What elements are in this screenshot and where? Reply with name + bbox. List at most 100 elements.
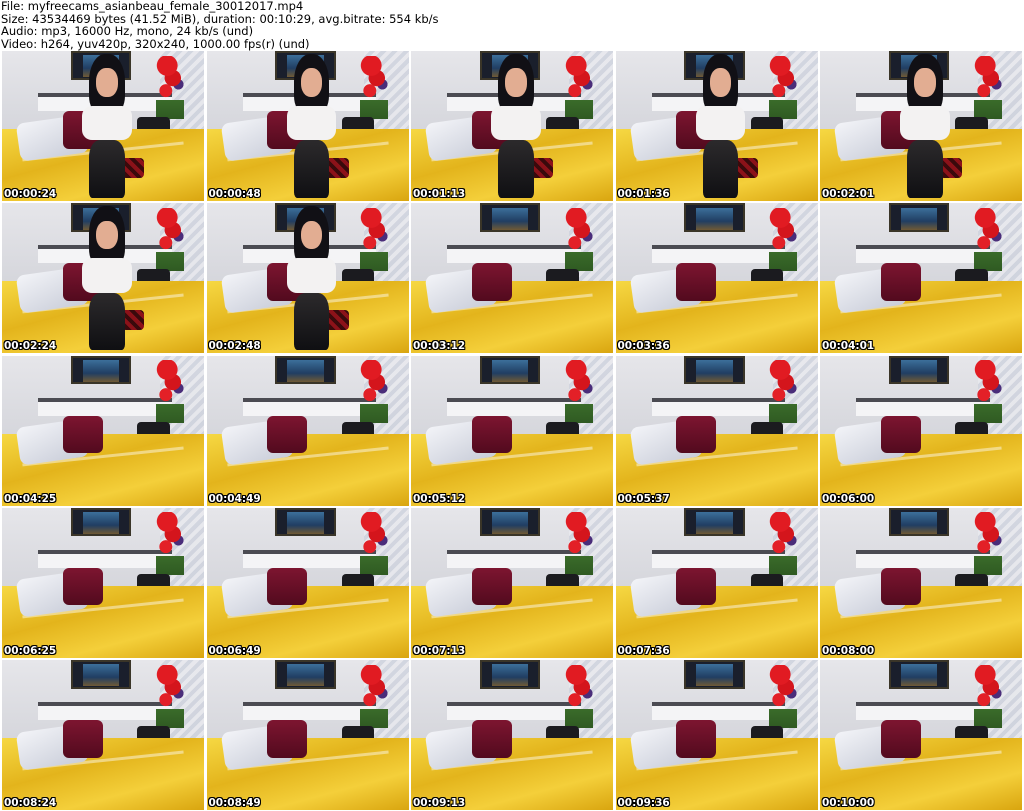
- framed-painting: [70, 355, 132, 384]
- framed-painting: [479, 355, 541, 384]
- person-face: [709, 68, 732, 98]
- painting-canvas: [491, 359, 529, 382]
- red-pillow: [267, 567, 308, 606]
- framed-painting: [479, 507, 541, 537]
- red-flowers: [360, 664, 389, 728]
- video-thumbnail: 00:04:01: [820, 203, 1022, 354]
- painting-canvas: [82, 512, 120, 535]
- red-flowers: [769, 55, 798, 119]
- video-thumbnail: 00:03:12: [411, 203, 613, 354]
- red-flowers: [564, 207, 593, 271]
- thumbnail-timestamp: 00:10:00: [822, 797, 875, 809]
- red-flowers: [155, 664, 184, 728]
- red-pillow: [676, 415, 717, 453]
- thumbnail-timestamp: 00:08:49: [208, 797, 261, 809]
- red-flowers: [564, 55, 593, 119]
- video-thumbnail: 00:09:13: [411, 660, 613, 810]
- red-flowers: [973, 207, 1002, 271]
- painting-canvas: [900, 359, 938, 382]
- person-black-stockings: [293, 292, 330, 351]
- red-pillow: [471, 720, 512, 758]
- video-thumbnail: 00:10:00: [820, 660, 1022, 810]
- video-thumbnail: 00:05:37: [615, 355, 818, 506]
- person-face: [300, 220, 323, 250]
- thumbnail-timestamp: 00:08:24: [4, 797, 57, 809]
- thumbnail-timestamp: 00:05:37: [617, 492, 670, 505]
- person-white-top: [900, 105, 950, 141]
- video-thumbnail: 00:02:01: [820, 51, 1022, 201]
- framed-painting: [70, 507, 132, 537]
- painting-canvas: [82, 359, 120, 382]
- video-thumbnail: 00:06:25: [2, 507, 204, 658]
- painting-canvas: [900, 207, 938, 230]
- red-flowers: [360, 207, 389, 271]
- red-flowers: [155, 512, 184, 576]
- video-thumbnail: 00:09:36: [615, 660, 818, 810]
- bed-headboard: [651, 702, 786, 720]
- video-thumbnail: 00:06:49: [206, 507, 409, 658]
- person-white-top: [286, 258, 337, 293]
- framed-painting: [684, 203, 745, 232]
- video-thumbnail: 00:06:00: [820, 355, 1022, 506]
- red-pillow: [471, 263, 512, 301]
- red-flowers: [360, 55, 389, 119]
- bed-headboard: [447, 702, 581, 720]
- red-flowers: [564, 664, 593, 728]
- video-thumbnail: 00:07:36: [615, 507, 818, 658]
- red-flowers: [973, 55, 1002, 119]
- person-face: [96, 220, 118, 250]
- person-white-top: [491, 105, 541, 141]
- red-pillow: [267, 415, 308, 453]
- video-thumbnail: 00:04:25: [2, 355, 204, 506]
- person-black-stockings: [293, 140, 330, 198]
- person-black-stockings: [89, 140, 125, 198]
- thumbnail-timestamp: 00:02:48: [208, 340, 261, 353]
- thumbnail-timestamp: 00:04:49: [208, 492, 261, 505]
- painting-canvas: [491, 664, 529, 687]
- bed-headboard: [651, 397, 786, 416]
- thumbnail-timestamp: 00:06:49: [208, 644, 261, 657]
- red-pillow: [880, 720, 921, 758]
- thumbnail-timestamp: 00:09:36: [617, 797, 670, 809]
- red-flowers: [769, 207, 798, 271]
- thumbnail-timestamp: 00:04:25: [4, 492, 57, 505]
- red-flowers: [769, 512, 798, 576]
- bed-headboard: [242, 549, 377, 568]
- red-pillow: [471, 415, 512, 453]
- painting-canvas: [696, 359, 733, 382]
- framed-painting: [275, 660, 336, 689]
- person-face: [300, 68, 323, 98]
- person-white-top: [82, 105, 132, 141]
- red-pillow: [676, 263, 717, 301]
- red-pillow: [676, 567, 717, 606]
- red-pillow: [676, 720, 717, 758]
- red-flowers: [155, 55, 184, 119]
- painting-canvas: [696, 207, 733, 230]
- bed-headboard: [242, 397, 377, 416]
- seated-person: [267, 54, 356, 198]
- person-black-stockings: [702, 140, 739, 198]
- red-flowers: [155, 360, 184, 423]
- red-pillow: [880, 263, 921, 301]
- painting-canvas: [82, 664, 120, 687]
- framed-painting: [888, 507, 950, 537]
- person-black-stockings: [907, 140, 943, 198]
- bed-headboard: [856, 245, 990, 264]
- painting-canvas: [287, 359, 324, 382]
- thumbnail-timestamp: 00:05:12: [413, 492, 466, 505]
- person-white-top: [695, 105, 746, 141]
- framed-painting: [888, 203, 950, 232]
- video-thumbnail: 00:02:24: [2, 203, 204, 354]
- red-flowers: [360, 360, 389, 423]
- red-pillow: [880, 567, 921, 606]
- thumbnail-timestamp: 00:01:13: [413, 188, 466, 200]
- thumbnail-grid: 00:00:24 00:00:48 00:01:13 00:01:36 00:02:01…: [2, 51, 1022, 810]
- person-white-top: [82, 258, 132, 293]
- red-pillow: [62, 720, 103, 758]
- framed-painting: [275, 507, 336, 537]
- red-flowers: [360, 512, 389, 576]
- red-flowers: [564, 360, 593, 423]
- video-thumbnail: 00:07:13: [411, 507, 613, 658]
- video-info-line: Video: h264, yuv420p, 320x240, 1000.00 f…: [1, 36, 310, 51]
- thumbnail-timestamp: 00:06:25: [4, 644, 57, 657]
